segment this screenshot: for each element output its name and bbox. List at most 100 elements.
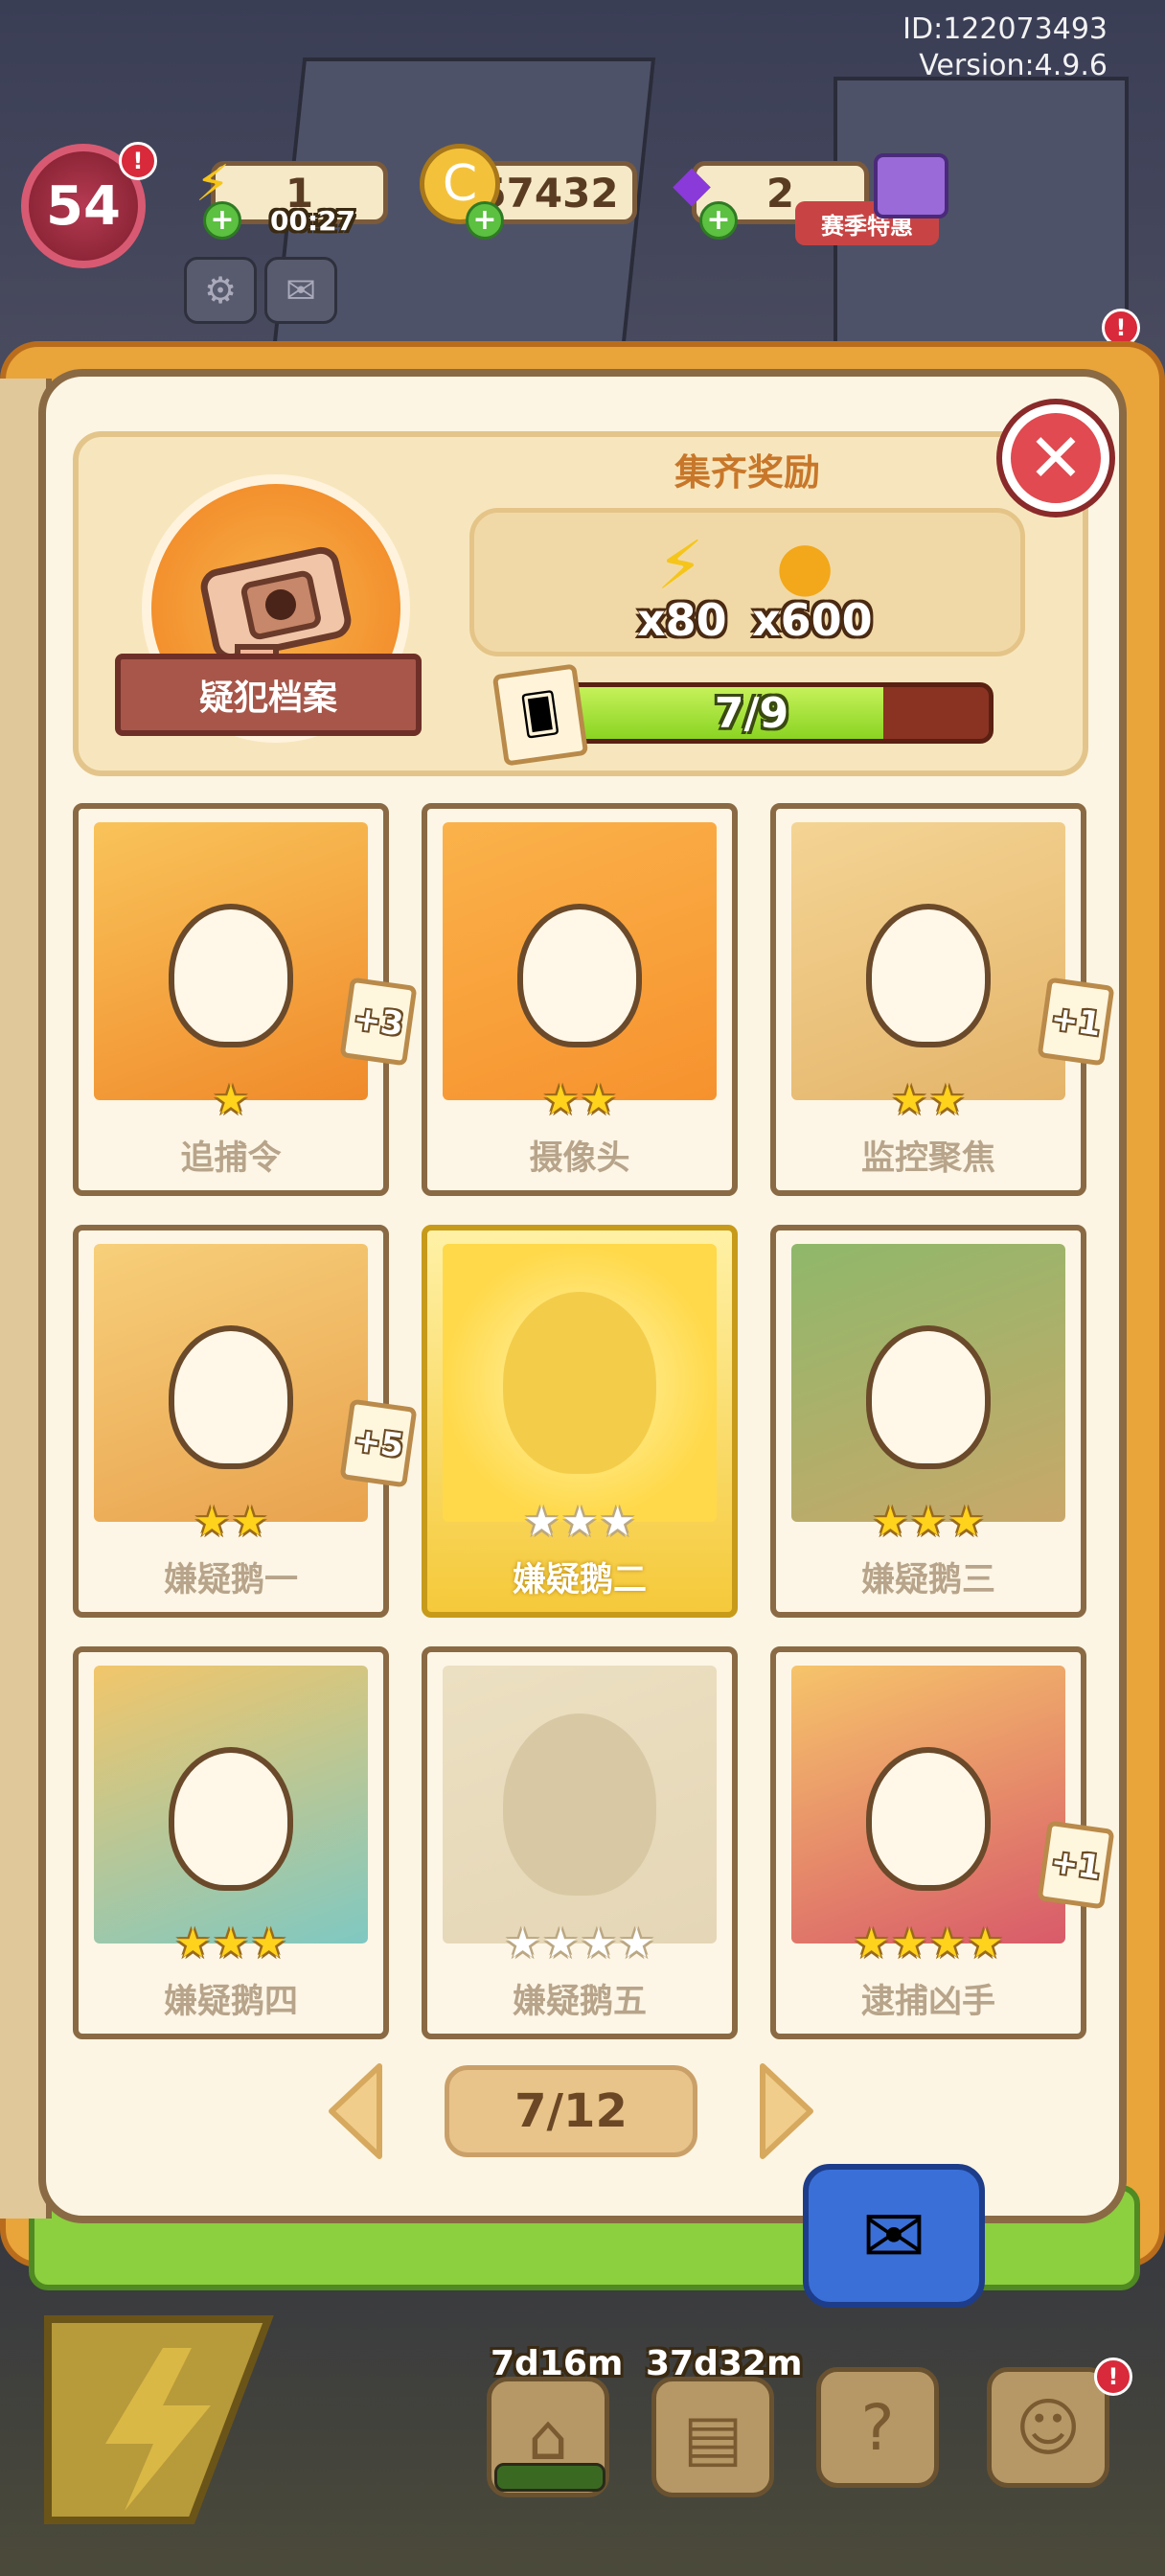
card-stars: ★ ★ ★ xyxy=(79,1922,383,1965)
close-button[interactable]: ✕ xyxy=(1002,404,1109,512)
star-filled-icon: ★ xyxy=(213,1920,249,1966)
album-icon[interactable]: ▤ xyxy=(651,2377,774,2497)
collection-card[interactable]: ★ ★ ★ ★ 逮捕凶手 +1 xyxy=(770,1646,1115,2039)
card-stars: ★ ★ ★ ★ xyxy=(427,1922,732,1965)
promo-gift-icon xyxy=(874,153,948,218)
card-stars: ★ ★ xyxy=(776,1079,1081,1121)
player-id: ID:122073493 xyxy=(902,12,1108,46)
collection-title-ribbon: 疑犯档案 xyxy=(115,654,422,736)
goose-illustration xyxy=(169,904,293,1047)
collection-card[interactable]: ★ ★ 嫌疑鹅一 +5 xyxy=(73,1225,418,1618)
reward-box: ⚡ x80 ● x600 xyxy=(469,508,1025,656)
notification-dot: ! xyxy=(119,142,157,180)
card-picture xyxy=(94,1244,368,1522)
star-filled-icon: ★ xyxy=(929,1076,966,1123)
card-name: 追捕令 xyxy=(180,1139,282,1178)
card-stars: ★ xyxy=(79,1079,383,1121)
star-filled-icon: ★ xyxy=(232,1498,268,1545)
star-empty-icon: ★ xyxy=(618,1920,655,1966)
locked-silhouette-icon xyxy=(503,1292,656,1474)
card-stars: ★ ★ ★ xyxy=(427,1501,732,1543)
card-stack-icon: 🂠 xyxy=(491,663,589,767)
star-filled-icon: ★ xyxy=(194,1498,230,1545)
star-filled-icon: ★ xyxy=(948,1498,985,1545)
energy-timer: 00:27 xyxy=(270,205,356,237)
duplicate-count-badge: +1 xyxy=(1037,1820,1115,1910)
friend-icon[interactable]: ☺ xyxy=(987,2367,1109,2488)
page-number: 7/12 xyxy=(514,2084,628,2138)
card-picture xyxy=(791,822,1065,1100)
card-pack-button[interactable]: ✉ xyxy=(803,2164,985,2308)
card-stars: ★ ★ ★ ★ xyxy=(776,1922,1081,1965)
star-filled-icon: ★ xyxy=(213,1076,249,1123)
star-filled-icon: ★ xyxy=(891,1076,927,1123)
star-filled-icon: ★ xyxy=(250,1920,287,1966)
collection-card[interactable]: ★ ★ ★ 嫌疑鹅二 xyxy=(422,1225,738,1618)
lightning-big-icon xyxy=(44,2315,274,2524)
goose-illustration xyxy=(866,1325,991,1469)
star-filled-icon: ★ xyxy=(891,1920,927,1966)
star-empty-icon: ★ xyxy=(599,1498,636,1545)
star-filled-icon: ★ xyxy=(967,1920,1004,1966)
star-filled-icon: ★ xyxy=(910,1498,947,1545)
star-empty-icon: ★ xyxy=(542,1920,579,1966)
goose-illustration xyxy=(169,1325,293,1469)
envelope-icon: ✉ xyxy=(861,2191,926,2281)
goose-illustration xyxy=(866,1747,991,1891)
mail-icon[interactable]: ✉ xyxy=(264,257,337,324)
version-label: Version:4.9.6 xyxy=(919,49,1108,82)
card-picture xyxy=(791,1244,1065,1522)
card-picture xyxy=(443,1244,717,1522)
goose-illustration xyxy=(169,1747,293,1891)
locked-silhouette-icon xyxy=(503,1714,656,1896)
card-name: 监控聚焦 xyxy=(860,1139,995,1178)
card-name: 嫌疑鹅五 xyxy=(512,1983,647,2021)
star-empty-icon: ★ xyxy=(561,1498,598,1545)
notification-dot: ! xyxy=(1094,2358,1132,2396)
add-coins-button[interactable]: + xyxy=(466,201,504,240)
card-picture xyxy=(94,822,368,1100)
star-filled-icon: ★ xyxy=(872,1498,909,1545)
level-number: 54 xyxy=(46,174,121,238)
reward-coins-qty: x600 xyxy=(752,594,873,646)
page-indicator: 7/12 xyxy=(445,2065,697,2157)
progress-text: 7/9 xyxy=(714,688,789,738)
card-name: 嫌疑鹅二 xyxy=(512,1561,647,1599)
card-stars: ★ ★ xyxy=(79,1501,383,1543)
reward-energy-qty: x80 xyxy=(637,594,727,646)
card-name: 逮捕凶手 xyxy=(860,1983,995,2021)
help-icon[interactable]: ? xyxy=(816,2367,939,2488)
star-filled-icon: ★ xyxy=(174,1920,212,1966)
card-stars: ★ ★ ★ xyxy=(776,1501,1081,1543)
card-picture xyxy=(443,822,717,1100)
gear-icon[interactable]: ⚙ xyxy=(184,257,257,324)
card-name: 摄像头 xyxy=(529,1139,630,1178)
collection-card[interactable]: ★ ★ ★ 嫌疑鹅四 xyxy=(73,1646,389,2039)
collection-card[interactable]: ★ ★ ★ ★ 嫌疑鹅五 xyxy=(422,1646,738,2039)
card-name: 嫌疑鹅一 xyxy=(163,1561,298,1599)
star-filled-icon: ★ xyxy=(542,1076,579,1123)
goose-illustration xyxy=(866,904,991,1047)
duplicate-count-badge: +3 xyxy=(339,977,418,1067)
goose-illustration xyxy=(517,904,642,1047)
collection-card[interactable]: ★ ★ 摄像头 xyxy=(422,803,738,1196)
collection-card[interactable]: ★ ★ 监控聚焦 +1 xyxy=(770,803,1115,1196)
event-progress-bar xyxy=(494,2463,605,2492)
card-stars: ★ ★ xyxy=(427,1079,732,1121)
collection-card[interactable]: ★ ★ ★ 嫌疑鹅三 xyxy=(770,1225,1086,1618)
prev-page-button[interactable] xyxy=(322,2058,389,2164)
card-picture xyxy=(94,1666,368,1944)
reward-title: 集齐奖励 xyxy=(674,451,820,494)
collection-card[interactable]: ★ 追捕令 +3 xyxy=(73,803,418,1196)
add-gems-button[interactable]: + xyxy=(699,201,738,240)
star-empty-icon: ★ xyxy=(504,1920,541,1966)
version-info: ID:122073493 Version:4.9.6 xyxy=(902,12,1108,84)
card-name: 嫌疑鹅四 xyxy=(163,1983,298,2021)
next-page-button[interactable] xyxy=(753,2058,820,2164)
close-icon: ✕ xyxy=(1027,419,1085,497)
collection-title: 疑犯档案 xyxy=(198,678,337,718)
star-empty-icon: ★ xyxy=(581,1920,617,1966)
star-empty-icon: ★ xyxy=(523,1498,560,1545)
add-energy-button[interactable]: + xyxy=(203,201,241,240)
card-name: 嫌疑鹅三 xyxy=(860,1561,995,1599)
